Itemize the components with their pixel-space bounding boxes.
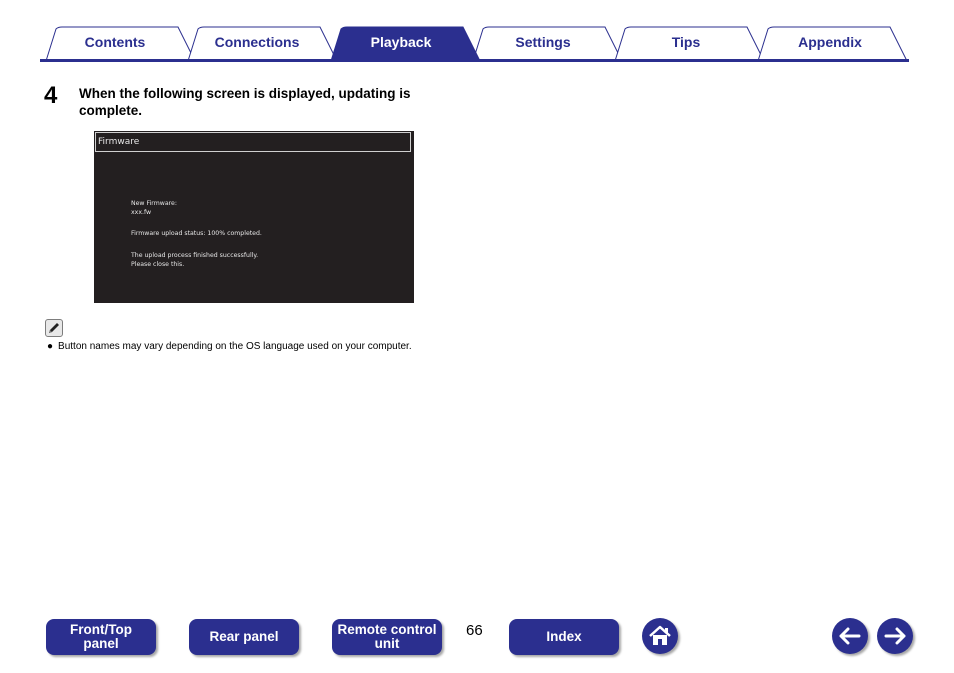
index-label: Index bbox=[546, 629, 582, 644]
tab-bar: Contents Connections Playback Settings T… bbox=[0, 0, 954, 64]
back-button[interactable] bbox=[832, 618, 868, 654]
firmware-title: Firmware bbox=[95, 132, 411, 152]
bullet-icon: ● bbox=[47, 341, 54, 352]
remote-control-unit-button[interactable]: Remote control unit bbox=[332, 619, 442, 655]
firmware-screen: Firmware New Firmware: xxx.fw Firmware u… bbox=[94, 131, 414, 303]
tab-settings[interactable]: Settings bbox=[489, 32, 597, 52]
home-icon bbox=[649, 625, 671, 645]
firmware-finished-message: The upload process finished successfully… bbox=[131, 252, 259, 259]
tab-connections[interactable]: Connections bbox=[204, 32, 310, 52]
home-button[interactable] bbox=[642, 618, 678, 654]
step-number: 4 bbox=[44, 82, 58, 109]
remote-control-unit-label: Remote control unit bbox=[337, 622, 437, 651]
tab-appendix[interactable]: Appendix bbox=[774, 32, 886, 52]
note: ● Button names may vary depending on the … bbox=[47, 341, 412, 353]
step-instruction: When the following screen is displayed, … bbox=[79, 86, 411, 118]
forward-button[interactable] bbox=[877, 618, 913, 654]
rear-panel-label: Rear panel bbox=[209, 629, 279, 644]
tab-contents[interactable]: Contents bbox=[62, 32, 168, 52]
arrow-left-icon bbox=[839, 627, 861, 645]
firmware-file-name: xxx.fw bbox=[131, 209, 152, 216]
firmware-close-message: Please close this. bbox=[131, 261, 185, 268]
tab-tips[interactable]: Tips bbox=[631, 32, 741, 52]
new-firmware-label: New Firmware: bbox=[131, 200, 177, 207]
page-number: 66 bbox=[466, 622, 483, 639]
tab-playback[interactable]: Playback bbox=[347, 32, 455, 52]
pencil-icon bbox=[45, 319, 63, 337]
rear-panel-button[interactable]: Rear panel bbox=[189, 619, 299, 655]
index-button[interactable]: Index bbox=[509, 619, 619, 655]
front-top-panel-button[interactable]: Front/Top panel bbox=[46, 619, 156, 655]
arrow-right-icon bbox=[884, 627, 906, 645]
front-top-panel-label: Front/Top panel bbox=[70, 622, 132, 651]
note-text: Button names may vary depending on the O… bbox=[58, 341, 412, 352]
firmware-upload-status: Firmware upload status: 100% completed. bbox=[131, 230, 262, 237]
